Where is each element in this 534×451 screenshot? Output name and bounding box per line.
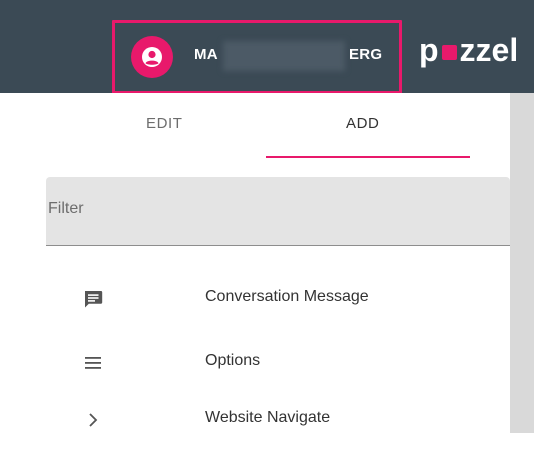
list-item-conversation-message[interactable]: Conversation Message — [46, 274, 510, 330]
logo-text-end: zzel — [459, 32, 519, 68]
avatar — [131, 36, 173, 78]
puzzel-logo: p zzel — [419, 34, 518, 66]
user-name-start: MA — [194, 46, 218, 63]
list-item-label: Conversation Message — [205, 288, 369, 305]
list-item-label: Website Navigate — [205, 409, 331, 426]
user-name-end: ERG — [349, 46, 383, 63]
scroll-gutter — [510, 93, 534, 433]
account-circle-icon — [142, 47, 162, 67]
chat-message-icon — [85, 291, 103, 308]
filter-input[interactable] — [48, 189, 488, 229]
user-account-button[interactable]: MA ERG — [112, 20, 402, 94]
left-margin — [0, 93, 45, 433]
top-bar: MA ERG p zzel — [0, 0, 534, 94]
side-panel: EDIT ADD Conversation Message Options We… — [46, 93, 510, 433]
list-item-website-navigate[interactable]: Website Navigate — [46, 395, 510, 451]
list-item-label: Options — [205, 352, 261, 369]
logo-text-start: p — [419, 32, 439, 68]
tab-edit[interactable]: EDIT — [146, 115, 183, 132]
tab-add[interactable]: ADD — [346, 115, 379, 132]
menu-lines-icon — [85, 357, 101, 369]
chevron-right-icon — [89, 413, 98, 427]
filter-field[interactable] — [46, 177, 510, 246]
active-tab-indicator — [266, 156, 470, 158]
logo-square-icon — [441, 45, 457, 60]
list-item-options[interactable]: Options — [46, 338, 510, 394]
redacted-name — [223, 41, 345, 71]
